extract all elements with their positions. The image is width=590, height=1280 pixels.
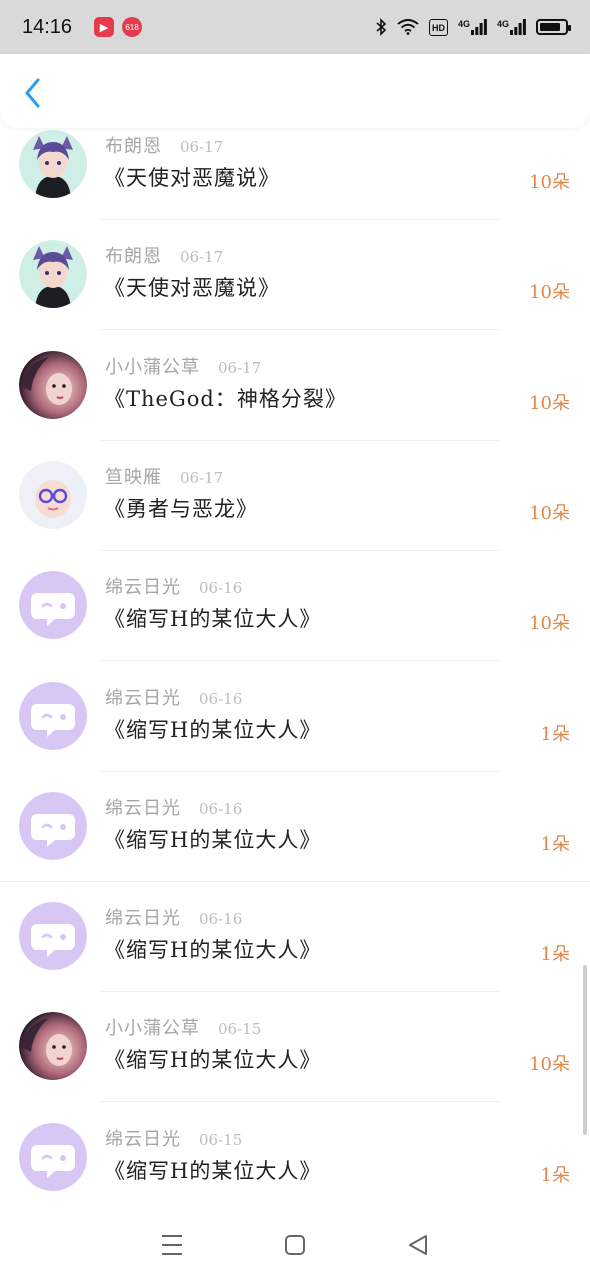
flower-count: 10朵 [529,172,570,193]
chat-bubble-avatar[interactable] [19,681,87,750]
user-name[interactable]: 绵云日光 [105,794,181,820]
status-bar: 14:16 ▶ 618 HD 4G 4G [0,0,590,54]
post-date: 06-15 [218,1020,262,1039]
flower-count: 1朵 [540,1164,570,1186]
user-name[interactable]: 绵云日光 [105,904,181,930]
system-nav-bar [0,1210,590,1280]
menu-icon [161,1235,182,1255]
book-title[interactable]: 《缩写H的某位大人》 [104,603,321,633]
scrollbar[interactable] [583,965,587,1135]
book-title[interactable]: 《缩写H的某位大人》 [104,1155,321,1185]
post-date: 06-17 [180,138,224,156]
signal-4g-icon: 4G [497,19,526,35]
flower-count: 1朵 [540,833,570,855]
user-name[interactable]: 小小蒲公草 [105,1014,200,1040]
chevron-left-icon [25,78,40,108]
status-icons: HD 4G 4G [375,18,571,36]
user-name[interactable]: 绵云日光 [105,684,181,710]
catgirl-avatar[interactable] [19,240,87,309]
home-button[interactable] [275,1225,315,1265]
back-triangle-icon [409,1235,428,1255]
battery-icon [536,19,571,35]
post-date: 06-16 [199,689,243,708]
flower-count: 1朵 [540,944,570,966]
flower-count: 10朵 [529,1054,570,1076]
flower-count: 10朵 [529,613,570,635]
post-date: 06-16 [199,579,243,598]
girl-photo-avatar[interactable] [19,350,87,419]
post-date: 06-17 [218,358,262,377]
book-title[interactable]: 《缩写H的某位大人》 [104,824,321,854]
flower-count: 10朵 [529,282,570,304]
list-item[interactable]: 笪映雁 06-17 《勇者与恶龙》 10朵 [0,441,590,551]
user-name[interactable]: 布朗恩 [105,242,162,268]
post-date: 06-15 [199,1130,243,1149]
item-meta: 绵云日光 06-16 [105,684,242,710]
wifi-icon [397,19,419,35]
user-name[interactable]: 小小蒲公草 [105,353,200,379]
post-date: 06-16 [199,910,243,929]
signal-4g-icon: 4G [458,19,487,35]
user-name[interactable]: 绵云日光 [105,573,181,599]
girl-photo-avatar[interactable] [19,1012,87,1081]
book-title[interactable]: 《天使对恶魔说》 [104,272,280,302]
item-meta: 布朗恩 06-17 [105,242,223,268]
user-name[interactable]: 笪映雁 [105,463,162,489]
book-title[interactable]: 《勇者与恶龙》 [104,493,258,523]
list-item[interactable]: 布朗恩 06-17 《天使对恶魔说》 10朵 [0,220,590,331]
item-meta: 小小蒲公草 06-15 [105,1014,261,1040]
item-meta: 布朗恩 06-17 [105,132,223,158]
home-square-icon [284,1235,305,1255]
list-item[interactable]: 绵云日光 06-16 《缩写H的某位大人》 1朵 [0,882,590,993]
back-button[interactable] [16,76,50,110]
status-time: 14:16 [22,15,73,38]
chat-bubble-avatar[interactable] [19,791,87,860]
book-title[interactable]: 《缩写H的某位大人》 [104,934,321,964]
app-header [0,54,590,128]
gift-record-list[interactable]: 布朗恩 06-17 《天使对恶魔说》 10朵 布朗恩 06-17 《天使对恶魔说》 10朵 小小… [0,108,590,1210]
flower-count: 10朵 [529,502,570,524]
user-name[interactable]: 布朗恩 [105,132,162,158]
baby-glasses-avatar[interactable] [19,460,87,529]
post-date: 06-17 [180,248,224,267]
post-date: 06-16 [199,799,243,818]
chat-bubble-avatar[interactable] [19,571,87,640]
item-meta: 小小蒲公草 06-17 [105,353,261,379]
flower-count: 10朵 [529,392,570,414]
book-title[interactable]: 《TheGod：神格分裂》 [104,383,347,413]
item-meta: 绵云日光 06-15 [105,1125,242,1151]
item-meta: 绵云日光 06-16 [105,904,242,930]
battery-level [540,23,561,31]
list-item[interactable]: 小小蒲公草 06-15 《缩写H的某位大人》 10朵 [0,992,590,1103]
item-meta: 绵云日光 06-16 [105,573,242,599]
book-title[interactable]: 《天使对恶魔说》 [104,162,280,192]
back-nav-button[interactable] [398,1225,438,1265]
item-meta: 笪映雁 06-17 [105,463,223,489]
bluetooth-icon [376,18,387,36]
flower-count: 1朵 [540,723,570,745]
list-item[interactable]: 小小蒲公草 06-17 《TheGod：神格分裂》 10朵 [0,331,590,441]
post-date: 06-17 [180,468,224,487]
list-item[interactable]: 绵云日光 06-16 《缩写H的某位大人》 10朵 [0,551,590,662]
list-item[interactable]: 绵云日光 06-15 《缩写H的某位大人》 1朵 [0,1103,590,1210]
video-app-icon: ▶ [94,17,114,37]
shopping-app-icon: 618 [122,17,142,37]
item-meta: 绵云日光 06-16 [105,794,242,820]
chat-bubble-avatar[interactable] [19,1122,87,1191]
user-name[interactable]: 绵云日光 [105,1125,181,1151]
catgirl-avatar[interactable] [19,130,87,198]
list-item[interactable]: 绵云日光 06-16 《缩写H的某位大人》 1朵 [0,662,590,772]
list-item[interactable]: 绵云日光 06-16 《缩写H的某位大人》 1朵 [0,772,590,882]
menu-button[interactable] [152,1225,192,1265]
book-title[interactable]: 《缩写H的某位大人》 [104,714,321,744]
book-title[interactable]: 《缩写H的某位大人》 [104,1044,321,1074]
chat-bubble-avatar[interactable] [19,902,87,971]
hd-icon: HD [428,18,448,36]
